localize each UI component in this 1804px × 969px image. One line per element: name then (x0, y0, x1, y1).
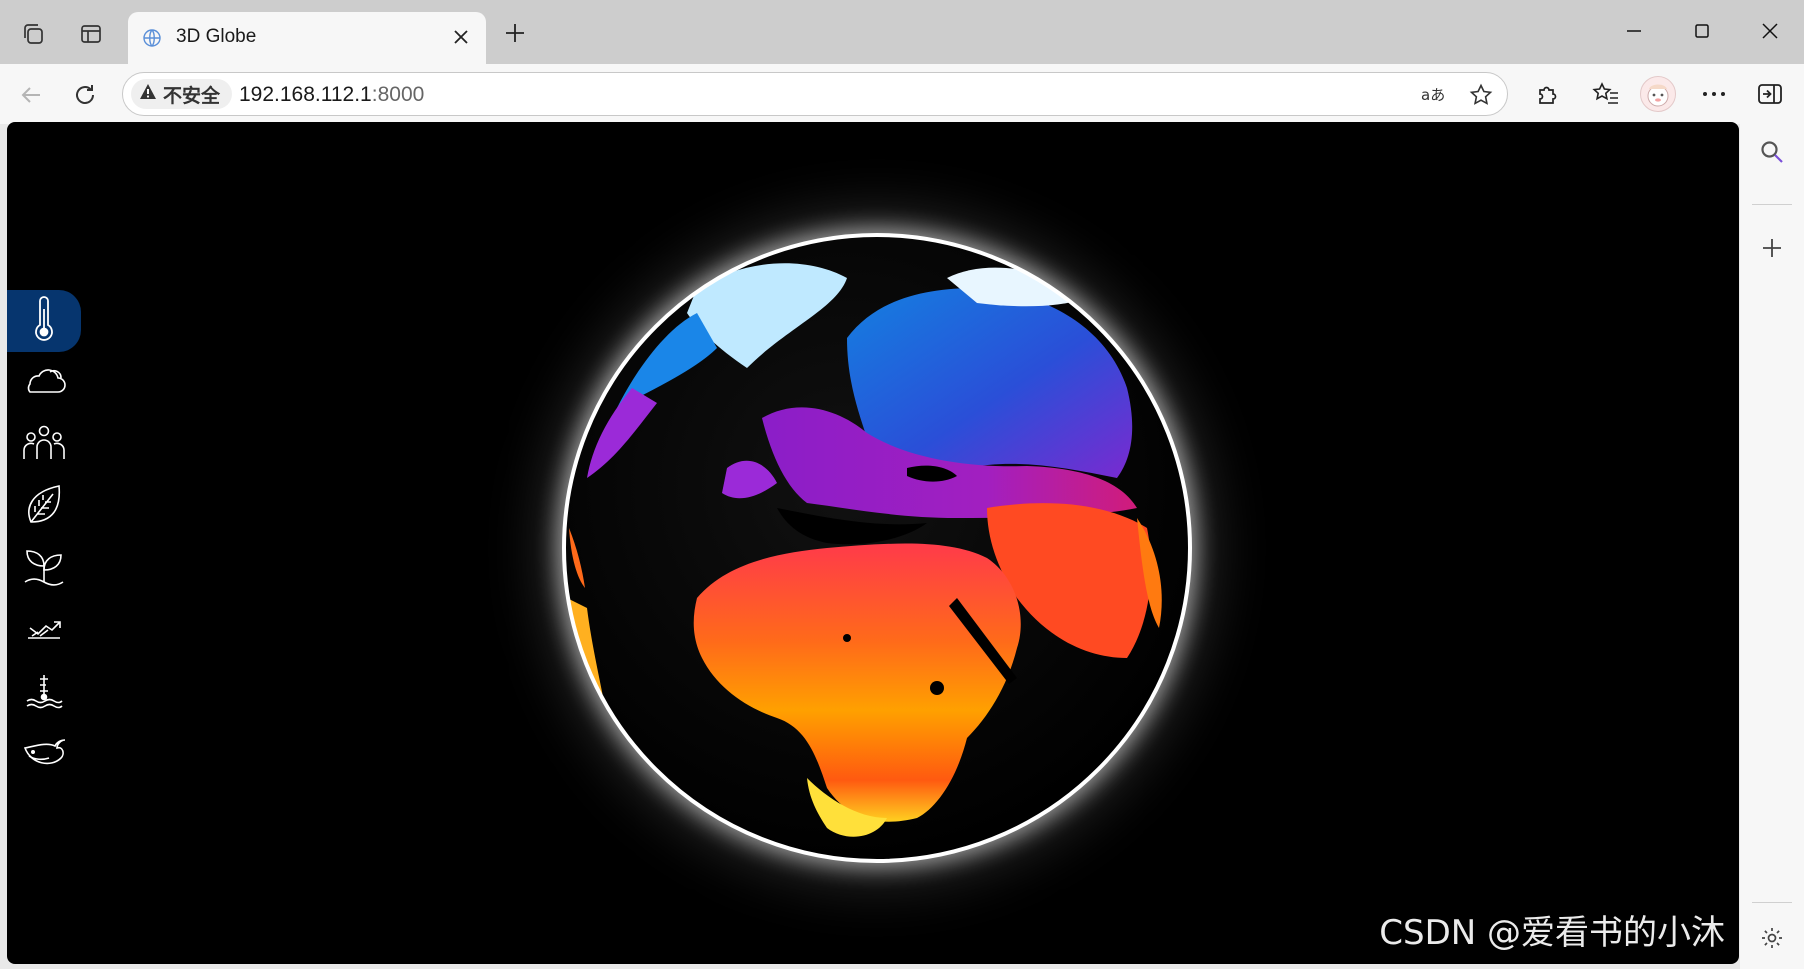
menu-item-agriculture[interactable] (7, 538, 81, 600)
browser-tab-strip: 3D Globe (0, 0, 1804, 64)
maximize-icon[interactable] (1682, 16, 1722, 46)
tab-title: 3D Globe (176, 26, 257, 47)
browser-side-panel (1740, 124, 1804, 969)
url-host: 192.168.112.1 (239, 83, 372, 106)
new-tab-icon[interactable] (500, 18, 530, 48)
sidebar-toggle-icon[interactable] (1752, 76, 1788, 112)
page-viewport: CSDN @爱看书的小沐 (7, 122, 1739, 964)
menu-item-trends[interactable] (7, 600, 81, 662)
menu-item-clouds[interactable] (7, 352, 81, 414)
whale-icon (21, 734, 67, 777)
side-panel-divider (1752, 204, 1792, 205)
read-aloud-translate-icon[interactable]: aあ (1419, 79, 1451, 111)
favorites-icon[interactable] (1588, 76, 1624, 112)
leaf-icon (23, 482, 65, 533)
trend-icon (24, 616, 64, 647)
menu-item-sea-level[interactable] (7, 662, 81, 724)
tab-close-icon[interactable] (448, 24, 474, 50)
globe-container[interactable] (547, 218, 1207, 878)
side-panel-divider-bottom (1752, 902, 1792, 903)
refresh-icon[interactable] (68, 78, 102, 112)
url-port: :8000 (371, 83, 425, 106)
thermometer-icon (27, 295, 61, 348)
tab-3d-globe[interactable]: 3D Globe (128, 12, 486, 64)
vertical-tabs-icon[interactable] (76, 19, 106, 49)
extensions-icon[interactable] (1530, 76, 1566, 112)
minimize-icon[interactable] (1614, 16, 1654, 46)
back-arrow-icon[interactable] (14, 78, 48, 112)
browser-toolbar: 不安全 192.168.112.1:8000 aあ (0, 64, 1804, 124)
add-icon[interactable] (1754, 230, 1790, 266)
favorite-star-icon[interactable] (1465, 79, 1497, 111)
menu-item-marine-life[interactable] (7, 724, 81, 786)
gear-icon[interactable] (1754, 920, 1790, 956)
warning-icon (139, 83, 157, 106)
menu-item-population[interactable] (7, 414, 81, 476)
sea-level-icon (23, 671, 65, 716)
url-text[interactable]: 192.168.112.1:8000 (239, 83, 424, 107)
more-menu-icon[interactable] (1696, 76, 1732, 112)
watermark: CSDN @爱看书的小沐 (1379, 913, 1725, 953)
svg-text:aあ: aあ (1421, 86, 1445, 104)
people-icon (21, 423, 67, 468)
search-icon[interactable] (1754, 134, 1790, 170)
globe-atmosphere-glow (563, 234, 1191, 862)
security-label: 不安全 (163, 85, 221, 107)
menu-item-temperature[interactable] (7, 290, 81, 352)
address-bar[interactable]: 不安全 192.168.112.1:8000 aあ (122, 72, 1508, 116)
security-indicator[interactable]: 不安全 (131, 79, 233, 109)
globe-favicon-icon (142, 28, 162, 48)
workspaces-icon[interactable] (18, 19, 48, 49)
profile-avatar[interactable] (1640, 76, 1676, 112)
window-close-icon[interactable] (1750, 16, 1790, 46)
sprout-icon (21, 546, 67, 593)
cloud-icon (20, 364, 68, 403)
menu-item-vegetation[interactable] (7, 476, 81, 538)
